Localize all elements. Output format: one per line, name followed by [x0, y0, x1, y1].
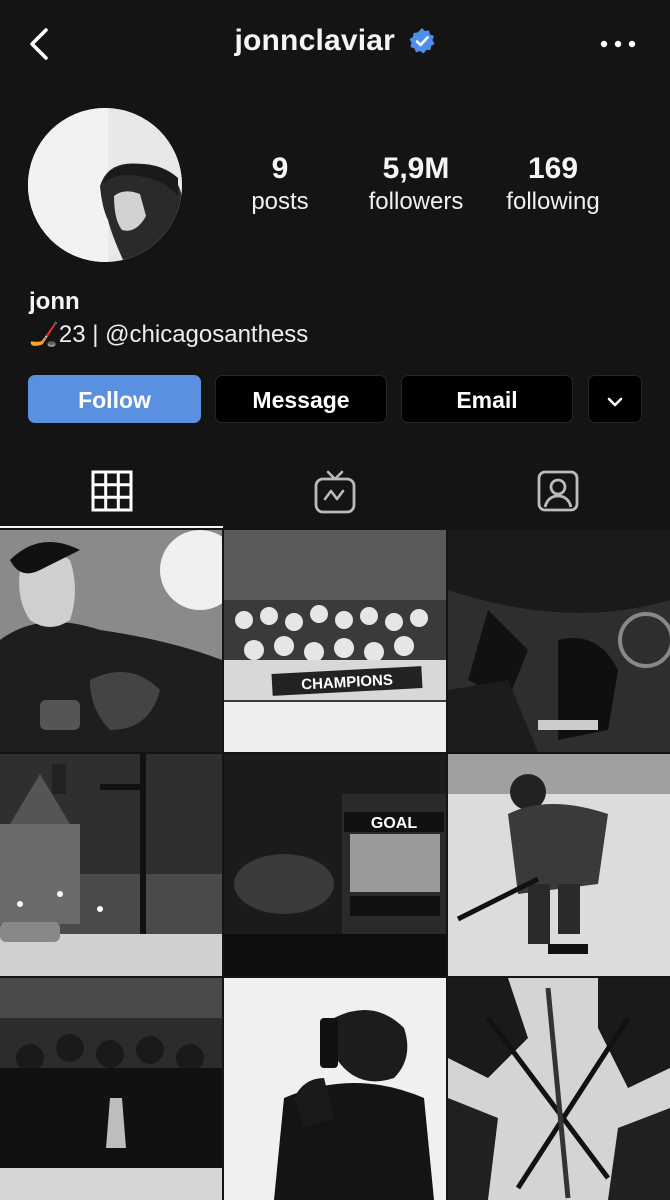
suggested-dropdown-button[interactable]: [588, 375, 642, 423]
profile-name: jonn: [29, 288, 80, 315]
posts-count-label: posts: [251, 188, 309, 215]
posts-count-value: 9: [271, 152, 289, 185]
chevron-down-icon: [607, 397, 623, 407]
follow-button[interactable]: Follow: [28, 375, 201, 423]
tagged-icon: [537, 470, 578, 512]
message-button[interactable]: Message: [215, 375, 387, 423]
profile-avatar[interactable]: [28, 108, 182, 262]
title-wrap: jonnclaviar: [0, 24, 670, 58]
profile-username: jonnclaviar: [234, 24, 396, 57]
grid-icon: [91, 470, 132, 512]
profile-bio: 🏒23 | @chicagosanthess: [29, 321, 309, 348]
tab-grid[interactable]: [0, 455, 223, 529]
post-thumbnail[interactable]: [448, 754, 670, 976]
profile-tabs: [0, 455, 670, 529]
posts-grid: CHAMPIONS GOAL: [0, 530, 670, 1200]
following-count-value: 169: [527, 152, 579, 185]
following-count[interactable]: 169 following: [494, 152, 612, 218]
post-thumbnail[interactable]: GOAL: [224, 754, 446, 976]
post-thumbnail[interactable]: [0, 530, 222, 752]
more-options-icon[interactable]: [596, 30, 640, 58]
goal-sign-text: GOAL: [371, 815, 417, 832]
tab-igtv[interactable]: [223, 455, 446, 529]
post-thumbnail[interactable]: [0, 978, 222, 1200]
followers-count-label: followers: [368, 188, 464, 215]
posts-count[interactable]: 9 posts: [240, 152, 320, 218]
tab-tagged[interactable]: [446, 455, 669, 529]
post-thumbnail[interactable]: [448, 530, 670, 752]
email-button[interactable]: Email: [401, 375, 573, 423]
post-thumbnail[interactable]: [224, 978, 446, 1200]
followers-count-value: 5,9M: [382, 152, 450, 185]
igtv-icon: [314, 470, 355, 514]
active-tab-indicator: [0, 526, 223, 528]
post-thumbnail[interactable]: CHAMPIONS: [224, 530, 446, 752]
verified-badge-icon: [408, 27, 436, 55]
top-bar: jonnclaviar: [0, 0, 670, 90]
following-count-label: following: [506, 188, 600, 215]
followers-count[interactable]: 5,9M followers: [356, 152, 476, 218]
post-thumbnail[interactable]: [0, 754, 222, 976]
post-thumbnail[interactable]: [448, 978, 670, 1200]
